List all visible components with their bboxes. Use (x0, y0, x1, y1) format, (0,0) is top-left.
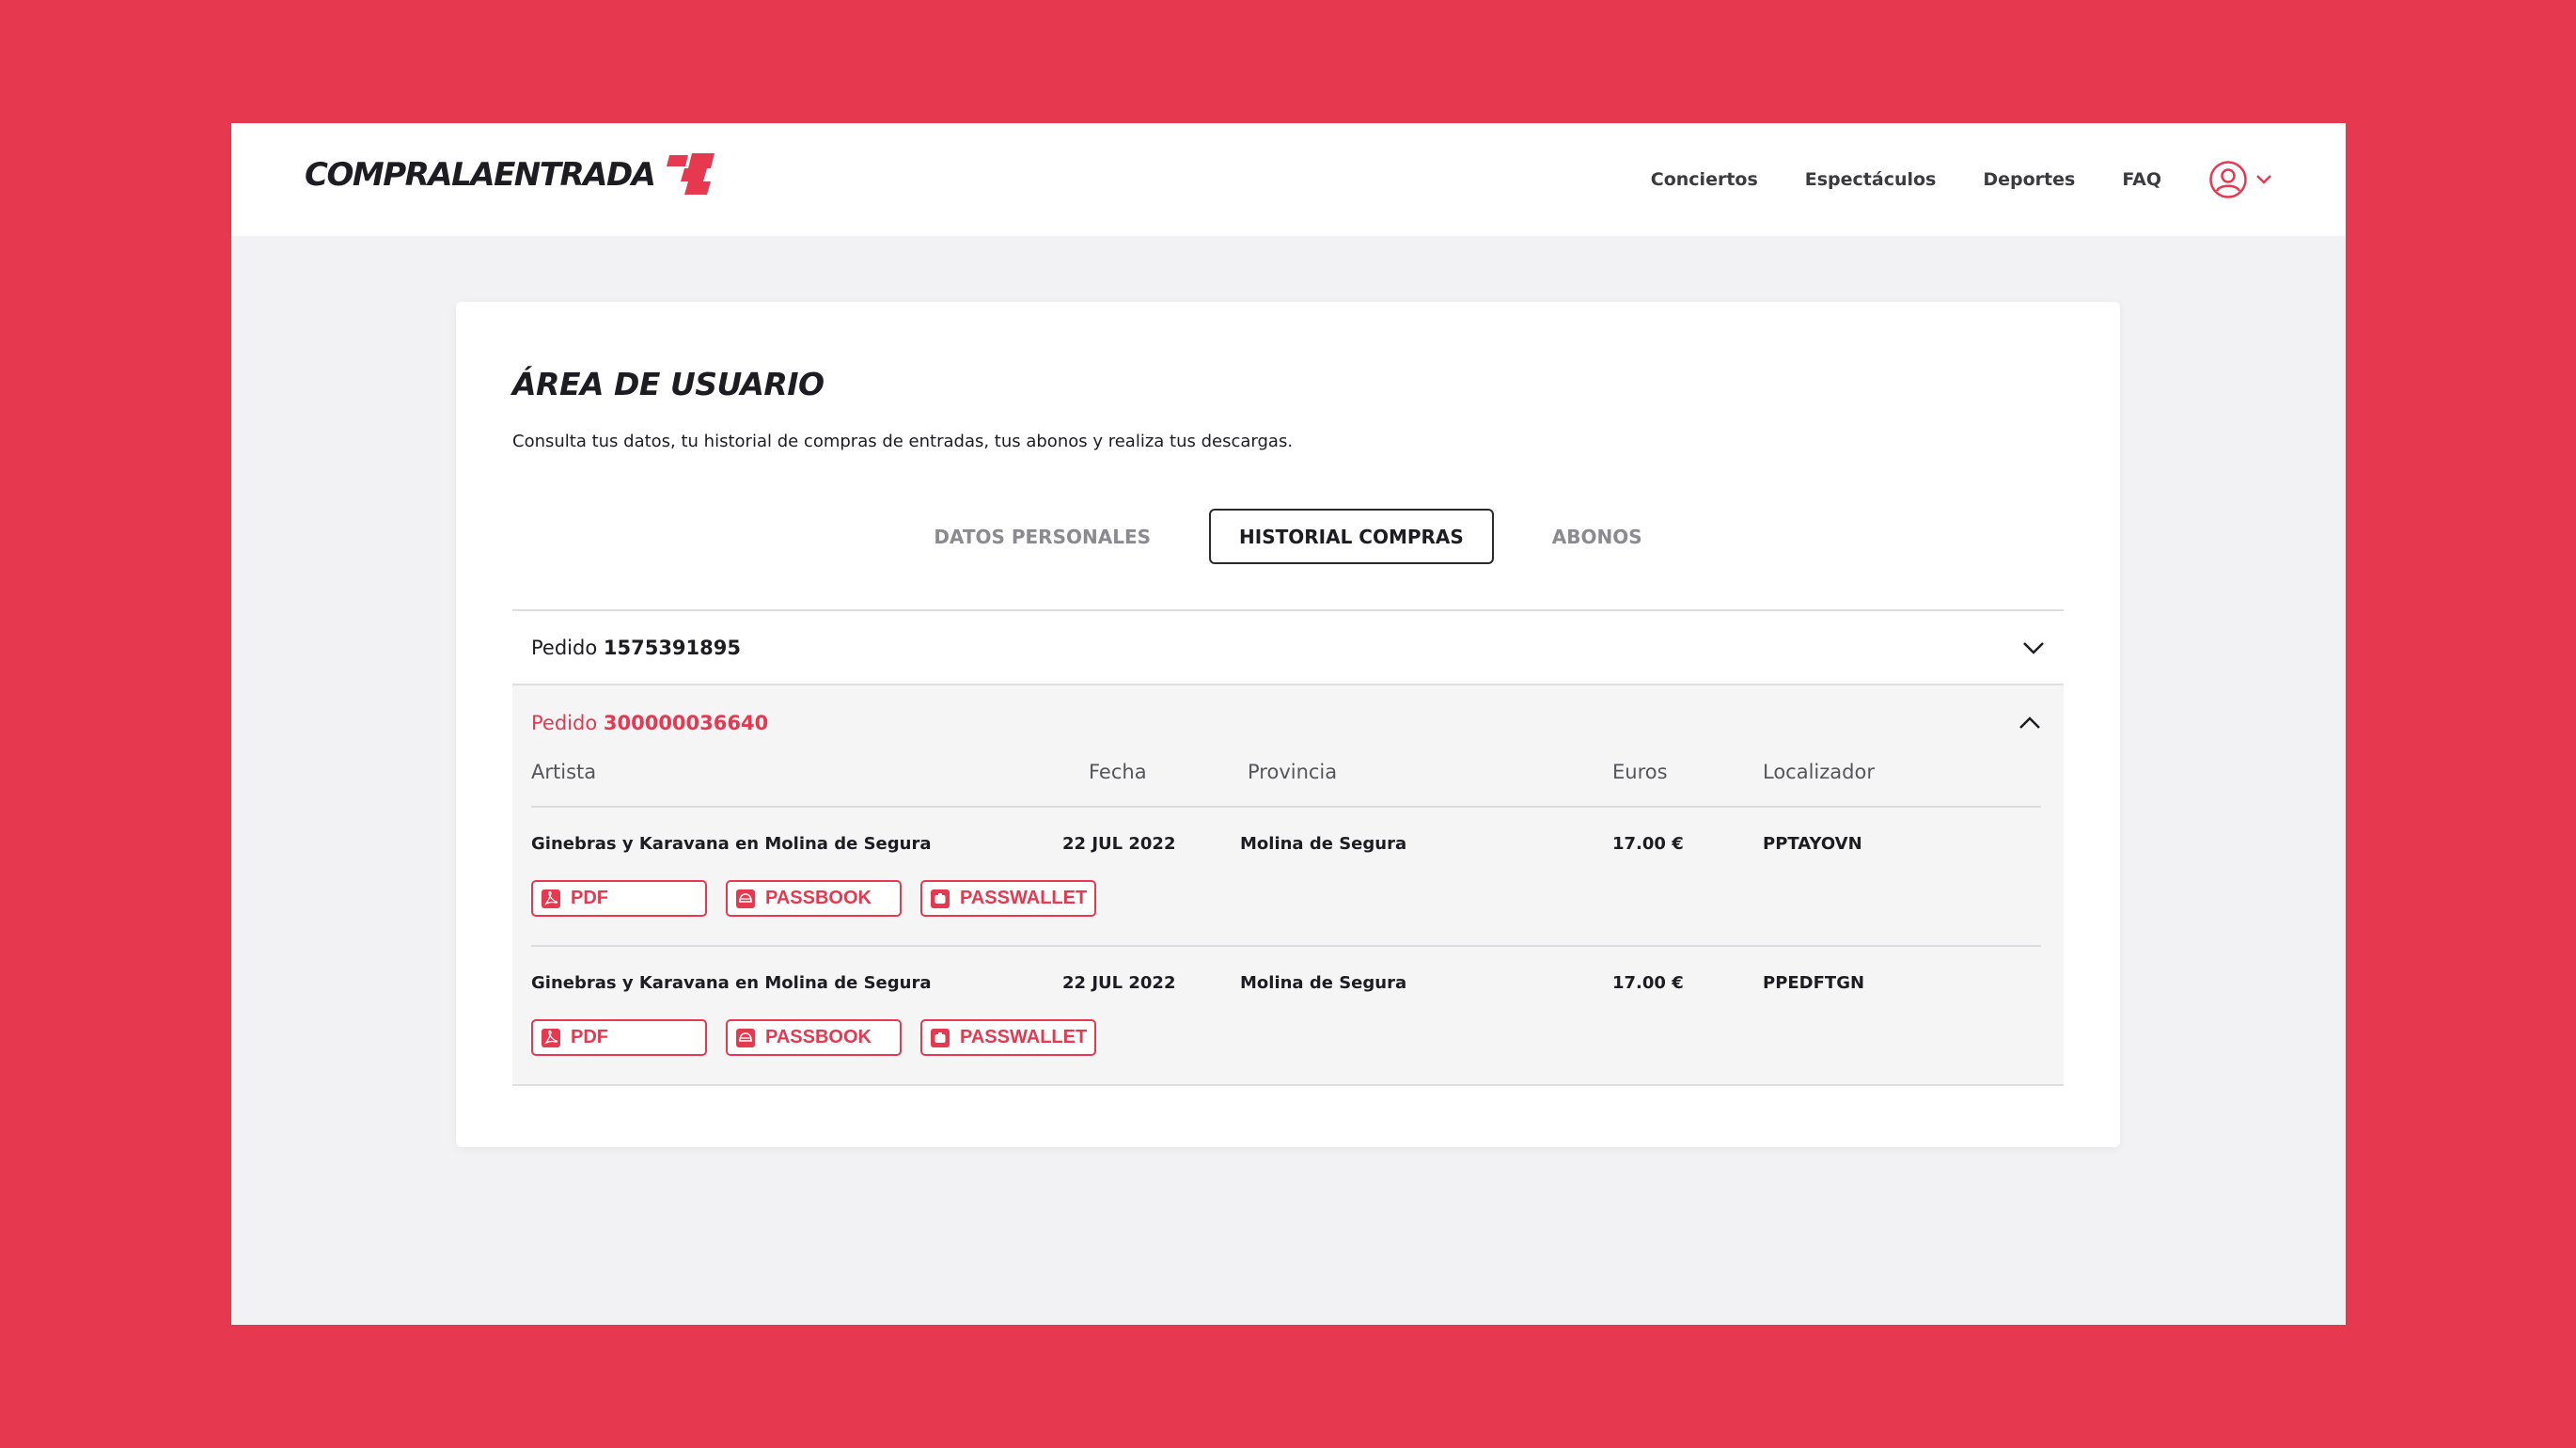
page-title: ÁREA DE USUARIO (512, 366, 825, 402)
column-header-provincia: Provincia (1248, 761, 1338, 783)
download-buttons: PDF PASSBOOK PASSWALLET (531, 880, 2041, 917)
ticket-date: 22 JUL 2022 (1062, 834, 1176, 854)
order-history: Pedido 1575391895 Pedido 300000036640 Ar… (512, 609, 2064, 1086)
user-icon (2209, 161, 2247, 198)
passbook-download-button[interactable]: PASSBOOK (726, 880, 902, 917)
nav-faq[interactable]: FAQ (2122, 169, 2161, 190)
download-buttons: PDF PASSBOOK PASSWALLET (531, 1019, 2041, 1056)
passwallet-download-button[interactable]: PASSWALLET (920, 880, 1096, 917)
user-area-card: ÁREA DE USUARIO Consulta tus datos, tu h… (456, 302, 2120, 1147)
site-logo[interactable]: COMPRALAENTRADA (305, 153, 718, 195)
browser-window: COMPRALAENTRADA Conciertos Espectáculos … (231, 123, 2346, 1325)
ticket-price: 17.00 € (1612, 973, 1684, 993)
ticket-artist: Ginebras y Karavana en Molina de Segura (531, 973, 932, 993)
tab-bar: DATOS PERSONALES HISTORIAL COMPRAS ABONO… (456, 509, 2120, 564)
ticket-artist: Ginebras y Karavana en Molina de Segura (531, 834, 932, 854)
chevron-up-icon (2019, 716, 2040, 729)
ticket-info: Ginebras y Karavana en Molina de Segura … (531, 973, 2041, 993)
order-number: 300000036640 (603, 712, 769, 734)
logo-text: COMPRALAENTRADA (305, 156, 656, 194)
pdf-download-button[interactable]: PDF (531, 1019, 707, 1056)
order-expanded-header[interactable]: Pedido 300000036640 (531, 685, 2041, 761)
logo-mark-icon (667, 153, 715, 195)
ticket-province: Molina de Segura (1240, 834, 1407, 854)
passbook-icon (736, 1028, 755, 1047)
passwallet-icon (931, 889, 950, 908)
page-description: Consulta tus datos, tu historial de comp… (512, 432, 1294, 451)
column-header-fecha: Fecha (1089, 761, 1147, 783)
nav-conciertos[interactable]: Conciertos (1651, 169, 1758, 190)
passwallet-download-button[interactable]: PASSWALLET (920, 1019, 1096, 1056)
ticket-row: Ginebras y Karavana en Molina de Segura … (531, 808, 2041, 947)
ticket-row: Ginebras y Karavana en Molina de Segura … (531, 947, 2041, 1084)
order-item-expanded: Pedido 300000036640 Artista Fecha Provin… (512, 685, 2064, 1086)
pdf-download-button[interactable]: PDF (531, 880, 707, 917)
ticket-date: 22 JUL 2022 (1062, 973, 1176, 993)
pdf-icon (542, 889, 560, 908)
ticket-province: Molina de Segura (1240, 973, 1407, 993)
chevron-down-icon (2023, 641, 2044, 654)
order-item-collapsed[interactable]: Pedido 1575391895 (512, 611, 2064, 685)
passwallet-button-label: PASSWALLET (960, 888, 1088, 908)
main-nav: Conciertos Espectáculos Deportes FAQ (1604, 123, 2272, 236)
passwallet-button-label: PASSWALLET (960, 1027, 1088, 1047)
ticket-locator: PPEDFTGN (1763, 973, 1865, 993)
ticket-price: 17.00 € (1612, 834, 1684, 854)
column-header-localizador: Localizador (1763, 761, 1875, 783)
ticket-locator: PPTAYOVN (1763, 834, 1862, 854)
tab-datos-personales[interactable]: DATOS PERSONALES (903, 509, 1181, 564)
passbook-button-label: PASSBOOK (765, 1027, 872, 1047)
order-prefix: Pedido (531, 712, 598, 734)
ticket-info: Ginebras y Karavana en Molina de Segura … (531, 834, 2041, 854)
pdf-button-label: PDF (571, 888, 608, 908)
user-menu-button[interactable] (2208, 160, 2272, 199)
nav-deportes[interactable]: Deportes (1983, 169, 2075, 190)
column-header-euros: Euros (1612, 761, 1668, 783)
pdf-button-label: PDF (571, 1027, 608, 1047)
tab-abonos[interactable]: ABONOS (1522, 509, 1673, 564)
ticket-table-header: Artista Fecha Provincia Euros Localizado… (531, 761, 2041, 808)
order-prefix: Pedido (531, 636, 598, 659)
passbook-download-button[interactable]: PASSBOOK (726, 1019, 902, 1056)
pdf-icon (542, 1028, 560, 1047)
passwallet-icon (931, 1028, 950, 1047)
tab-historial-compras[interactable]: HISTORIAL COMPRAS (1209, 509, 1494, 564)
column-header-artista: Artista (531, 761, 597, 783)
order-label: Pedido 1575391895 (531, 637, 741, 659)
order-label: Pedido 300000036640 (531, 712, 768, 734)
passbook-button-label: PASSBOOK (765, 888, 872, 908)
nav-espectaculos[interactable]: Espectáculos (1805, 169, 1937, 190)
order-number: 1575391895 (603, 636, 741, 659)
chevron-down-icon (2256, 175, 2271, 184)
passbook-icon (736, 889, 755, 908)
site-header: COMPRALAENTRADA Conciertos Espectáculos … (231, 123, 2346, 236)
